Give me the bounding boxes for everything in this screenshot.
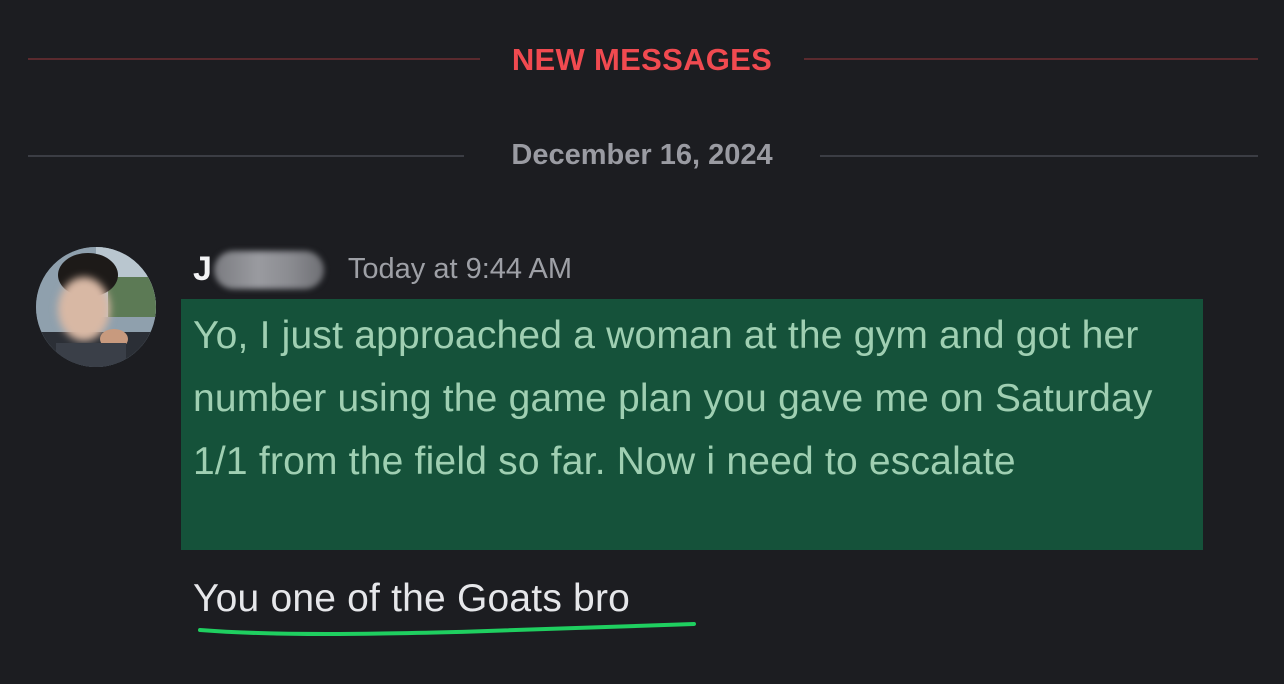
username[interactable]: J [193,250,212,289]
message-timestamp[interactable]: Today at 9:44 AM [348,253,572,286]
date-divider-line-right [820,155,1258,157]
date-divider: December 16, 2024 [28,132,1258,182]
username-redaction [213,250,324,289]
hand-drawn-underline [198,622,696,636]
avatar-photo [36,247,156,367]
divider-line-right [804,58,1258,60]
message-text-highlighted[interactable]: Yo, I just approached a woman at the gym… [193,304,1203,493]
new-messages-label: NEW MESSAGES [511,42,773,77]
date-label: December 16, 2024 [511,139,773,171]
message-text-reply[interactable]: You one of the Goats bro [193,573,630,625]
divider-line-left [28,58,480,60]
message-header: J Today at 9:44 AM [193,250,572,294]
date-divider-line-left [28,155,464,157]
chat-view: NEW MESSAGES December 16, 2024 J Today at… [0,0,1284,684]
new-messages-divider: NEW MESSAGES [28,34,1258,84]
avatar[interactable] [36,247,156,367]
